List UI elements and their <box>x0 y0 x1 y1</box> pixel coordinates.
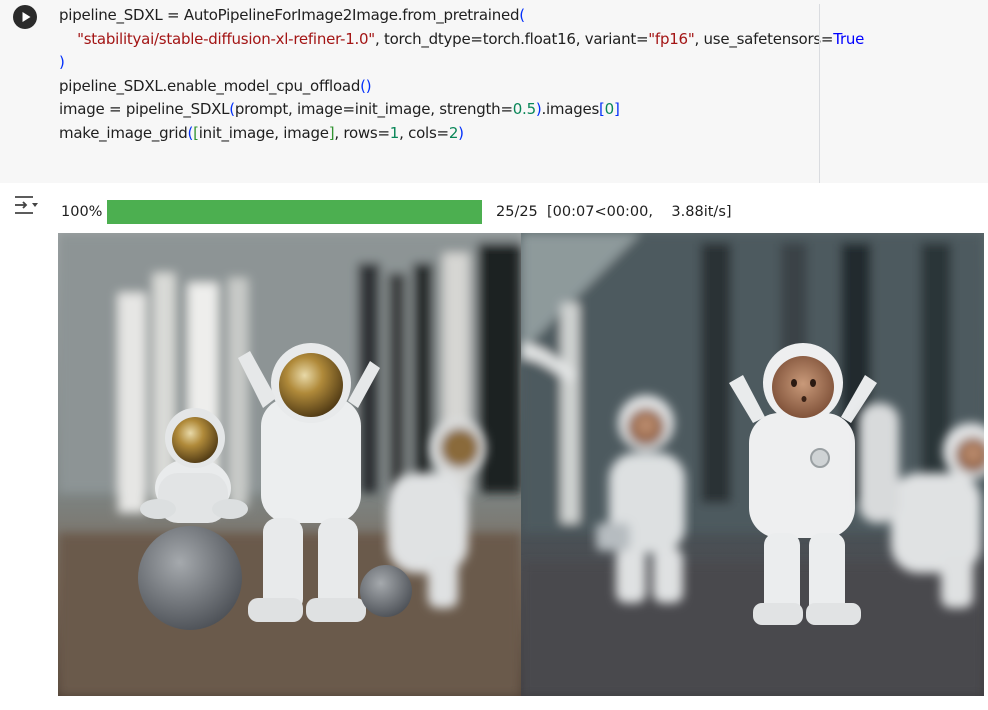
code-token: ] <box>613 100 620 119</box>
progress-percent: 100% <box>61 204 103 220</box>
code-token: , rows= <box>334 123 390 142</box>
code-token: init_image, image <box>198 123 329 142</box>
code-token: ) <box>458 123 464 142</box>
code-token: 2 <box>448 123 459 142</box>
code-cell[interactable]: pipeline_SDXL = AutoPipelineForImage2Ima… <box>0 0 988 183</box>
progress-stats: 25/25 [00:07<00:00, 3.88it/s] <box>496 204 732 220</box>
run-cell-button[interactable] <box>13 5 37 29</box>
output-toggle-icon[interactable] <box>12 193 40 217</box>
code-token: image = pipeline_SDXL <box>59 100 230 119</box>
code-token: "stabilityai/stable-diffusion-xl-refiner… <box>77 29 375 48</box>
code-line[interactable]: ) <box>59 51 811 75</box>
code-line[interactable]: make_image_grid([init_image, image], row… <box>59 122 811 146</box>
ruler-line <box>819 4 820 183</box>
code-token: prompt, image=init_image, strength= <box>234 100 513 119</box>
code-token: "fp16" <box>648 29 695 48</box>
code-line[interactable]: image = pipeline_SDXL(prompt, image=init… <box>59 98 811 122</box>
code-token: 1 <box>389 123 400 142</box>
progress-bar <box>107 200 482 224</box>
code-token: True <box>833 29 865 48</box>
play-icon <box>22 12 31 22</box>
code-token: 0.5 <box>512 100 536 119</box>
code-token: , cols= <box>399 123 449 142</box>
code-token: .images <box>541 100 600 119</box>
init-image <box>58 233 521 696</box>
code-token: make_image_grid <box>59 123 188 142</box>
code-token: pipeline_SDXL = AutoPipelineForImage2Ima… <box>59 6 520 24</box>
code-token: ) <box>59 53 65 72</box>
refined-image <box>521 233 984 696</box>
progress-bar-fill <box>107 200 482 224</box>
code-line[interactable]: pipeline_SDXL.enable_model_cpu_offload() <box>59 75 811 99</box>
code-line[interactable]: pipeline_SDXL = AutoPipelineForImage2Ima… <box>59 4 811 28</box>
code-token: 0 <box>604 100 615 119</box>
code-token: () <box>360 76 372 95</box>
code-editor[interactable]: pipeline_SDXL = AutoPipelineForImage2Ima… <box>59 4 864 146</box>
code-token: , use_safetensors= <box>694 29 834 48</box>
code-token: pipeline_SDXL.enable_model_cpu_offload <box>59 76 361 95</box>
code-token: , torch_dtype=torch.float16, variant= <box>374 29 649 48</box>
code-token: ( <box>519 6 525 24</box>
code-line[interactable]: "stabilityai/stable-diffusion-xl-refiner… <box>59 28 864 52</box>
image-grid <box>58 233 984 696</box>
progress-row: 100% 25/25 [00:07<00:00, 3.88it/s] <box>60 200 960 226</box>
